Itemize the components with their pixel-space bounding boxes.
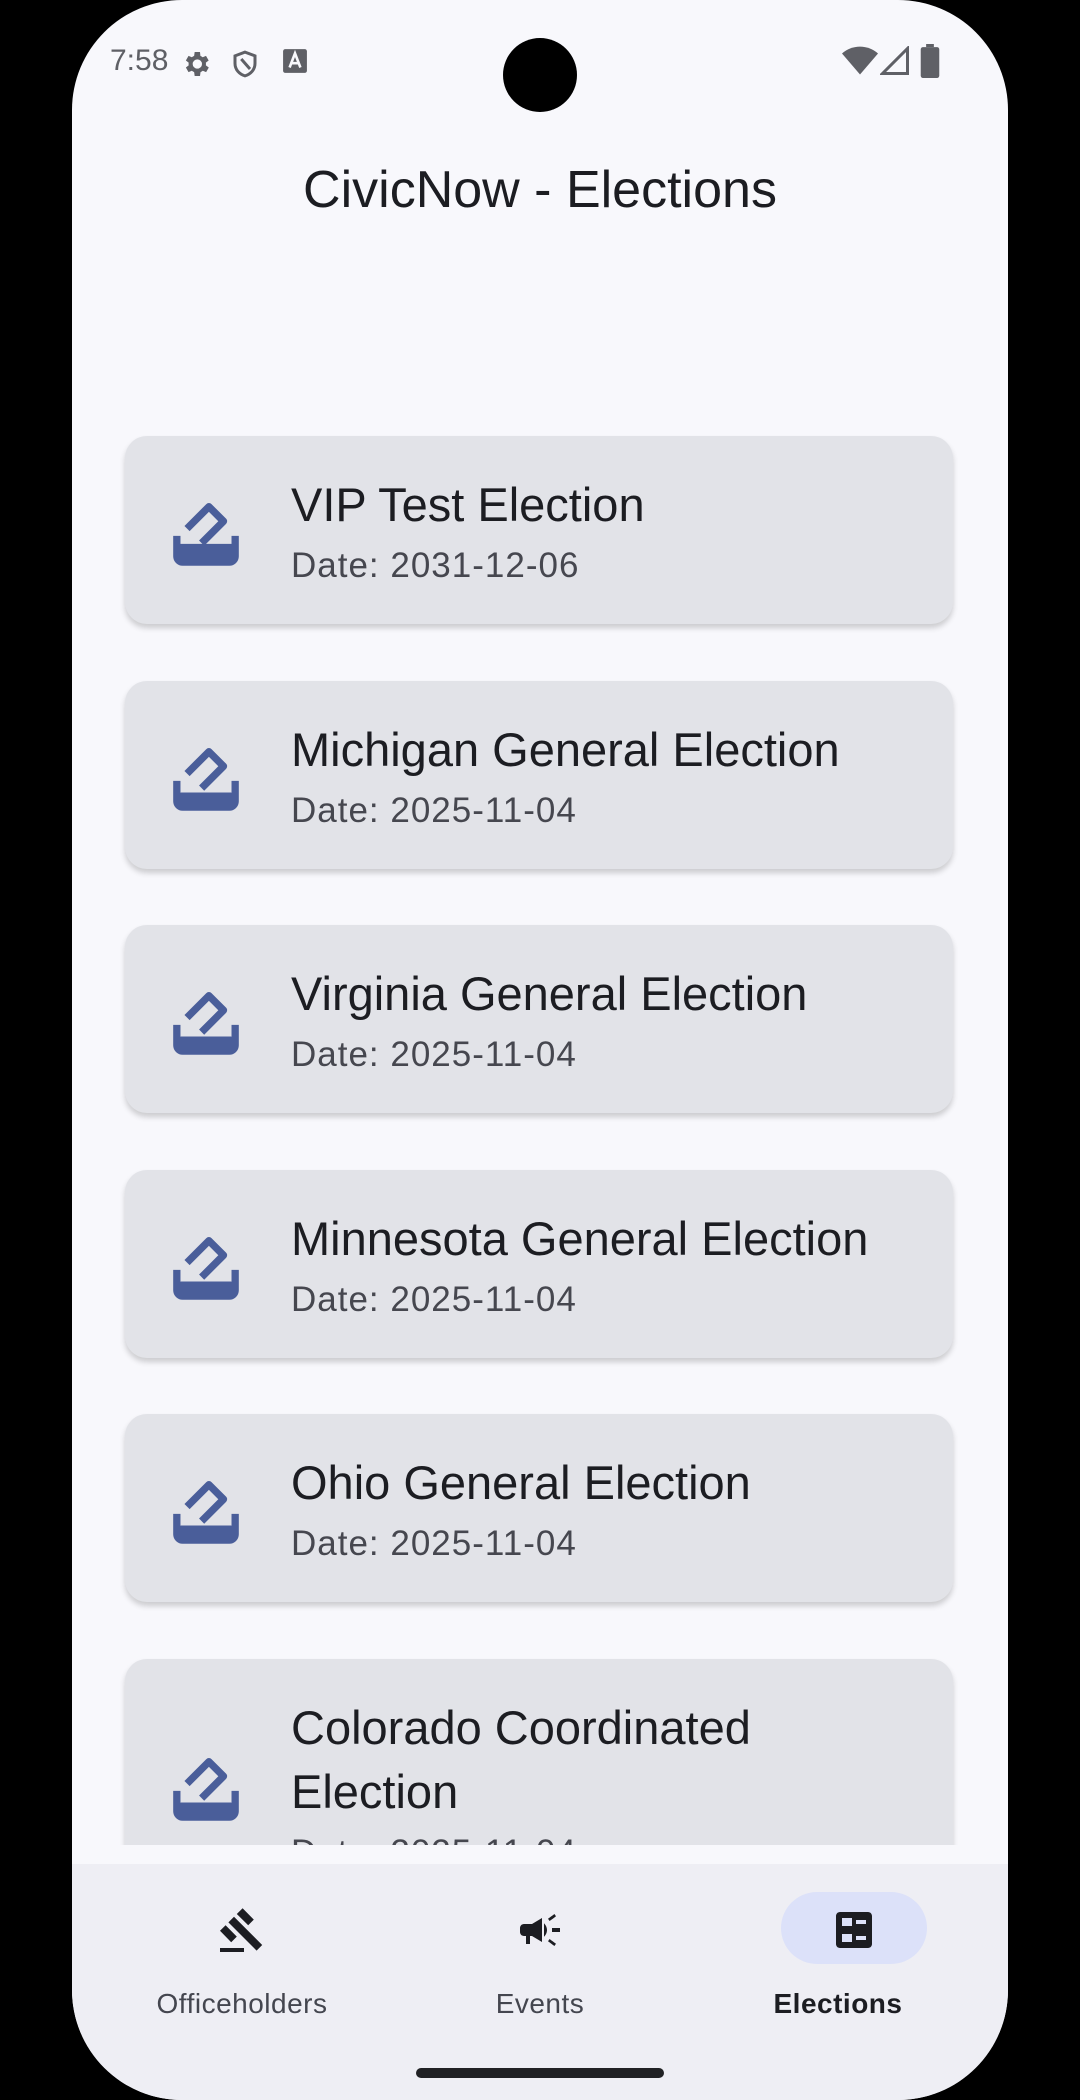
nav-elections[interactable]: Elections: [688, 1892, 988, 2019]
election-title: Colorado Coordinated Election: [291, 1701, 751, 1818]
home-indicator[interactable]: [416, 2068, 664, 2078]
election-date: Date: 2025-11-04: [291, 1524, 577, 1563]
ballot-box-icon: [173, 1481, 239, 1544]
ballot-box-icon: [173, 748, 239, 811]
election-date: Date: 2025-11-04: [291, 1035, 577, 1074]
elections-list[interactable]: VIP Test Election Date: 2031-12-06 Michi…: [72, 0, 1008, 1845]
election-title: Ohio General Election: [291, 1456, 751, 1509]
gavel-icon: [220, 1908, 263, 1952]
nav-label: Events: [495, 1988, 585, 2019]
election-title: Virginia General Election: [291, 967, 808, 1020]
election-title: Michigan General Election: [291, 723, 840, 776]
election-card[interactable]: VIP Test Election Date: 2031-12-06: [125, 436, 953, 624]
election-date: Date: 2025-11-04: [291, 791, 577, 830]
ballot-list-icon: [836, 1912, 872, 1948]
election-card[interactable]: Michigan General Election Date: 2025-11-…: [125, 681, 953, 869]
bottom-navigation: Officeholders Events Elections: [72, 1864, 1008, 2100]
nav-officeholders[interactable]: Officeholders: [92, 1892, 392, 2019]
election-date: Date: 2025-11-04: [291, 1833, 577, 1845]
ballot-box-icon: [173, 1758, 239, 1821]
election-date: Date: 2025-11-04: [291, 1280, 577, 1319]
phone-screen: 7:58 CivicNow - Elections VIP Test Elect…: [72, 0, 1008, 2100]
election-card[interactable]: Minnesota General Election Date: 2025-11…: [125, 1170, 953, 1358]
ballot-box-icon: [173, 992, 239, 1055]
nav-label: Elections: [773, 1988, 903, 2019]
election-title: Minnesota General Election: [291, 1212, 869, 1265]
ballot-box-icon: [173, 503, 239, 566]
election-title: VIP Test Election: [291, 478, 645, 531]
election-card[interactable]: Ohio General Election Date: 2025-11-04: [125, 1414, 953, 1602]
election-card[interactable]: Colorado Coordinated Election Date: 2025…: [125, 1659, 953, 1845]
election-date: Date: 2031-12-06: [291, 546, 580, 585]
nav-events[interactable]: Events: [390, 1892, 690, 2019]
election-card[interactable]: Virginia General Election Date: 2025-11-…: [125, 925, 953, 1113]
megaphone-icon: [520, 1914, 560, 1946]
nav-label: Officeholders: [156, 1988, 328, 2019]
ballot-box-icon: [173, 1237, 239, 1300]
